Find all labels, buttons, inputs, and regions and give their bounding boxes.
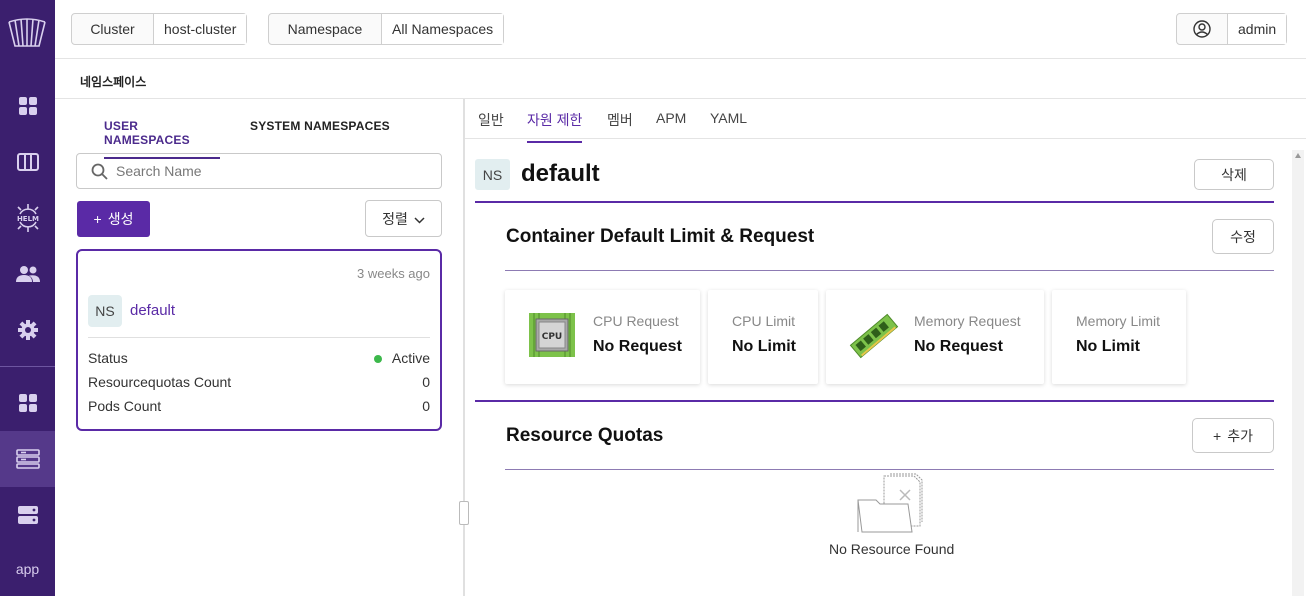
tab-general[interactable]: 일반 (478, 110, 504, 141)
cpu-limit-card: CPU Limit No Limit (708, 290, 818, 384)
search-box (76, 153, 442, 189)
gear-icon[interactable] (0, 302, 55, 358)
pods-key: Pods Count (88, 398, 162, 414)
ns-badge: NS (88, 295, 122, 327)
quota-section-title: Resource Quotas (506, 425, 664, 446)
top-bar: Cluster host-cluster Namespace All Names… (55, 0, 1306, 59)
create-button[interactable]: + 생성 (77, 201, 150, 237)
tab-yaml[interactable]: YAML (710, 110, 747, 137)
delete-button[interactable]: 삭제 (1194, 159, 1274, 190)
cpu-limit-value: No Limit (732, 338, 796, 355)
scroll-up-icon[interactable] (1295, 153, 1301, 158)
quota-section-top-divider (475, 400, 1274, 402)
header-divider (475, 201, 1274, 203)
cpu-request-label: CPU Request (593, 313, 679, 329)
tab-members[interactable]: 멤버 (607, 110, 633, 141)
memory-request-value: No Request (914, 338, 1003, 355)
left-rail: HELM app (0, 0, 55, 596)
status-dot-icon (373, 355, 382, 364)
cluster-value[interactable]: host-cluster (153, 14, 247, 44)
tab-resource-limits[interactable]: 자원 제한 (527, 110, 583, 143)
detail-tabs: 일반 자원 제한 멤버 APM YAML (465, 99, 1306, 143)
memory-icon (848, 310, 900, 367)
card-row-pods: Pods Count 0 (88, 398, 430, 414)
cpu-icon: CPU (528, 312, 576, 363)
memory-request-card: Memory Request No Request (826, 290, 1044, 384)
splitter-handle[interactable] (459, 501, 469, 525)
status-badge: Active (373, 350, 430, 366)
helm-icon[interactable]: HELM (0, 190, 55, 246)
tab-system-namespaces[interactable]: SYSTEM NAMESPACES (250, 119, 390, 143)
namespace-value[interactable]: All Namespaces (381, 14, 504, 44)
cpu-request-card: CPU CPU Request No Request (505, 290, 700, 384)
detail-namespace-name: default (521, 160, 600, 187)
sort-button[interactable]: 정렬 (365, 200, 442, 237)
dashboard-icon[interactable] (0, 78, 55, 134)
chevron-down-icon (414, 211, 425, 227)
detail-ns-badge: NS (475, 159, 510, 190)
cluster-selector[interactable]: Cluster host-cluster (71, 13, 248, 45)
apps-grid-icon[interactable] (0, 375, 55, 431)
search-input[interactable] (116, 163, 416, 179)
add-quota-button[interactable]: + 추가 (1192, 418, 1274, 453)
user-icon (1177, 14, 1227, 44)
namespace-name-link[interactable]: default (130, 302, 175, 319)
status-key: Status (88, 350, 128, 366)
quota-section-divider (505, 469, 1274, 470)
svg-text:CPU: CPU (542, 332, 563, 342)
create-button-label: 생성 (107, 211, 134, 227)
plus-icon: + (1213, 427, 1222, 444)
user-menu[interactable]: admin (1176, 13, 1288, 45)
container-section-divider (505, 270, 1274, 271)
memory-limit-card: Memory Limit No Limit (1052, 290, 1186, 384)
pods-value: 0 (422, 398, 430, 414)
namespace-card[interactable]: 3 weeks ago NS default Status Active Res… (76, 249, 442, 431)
users-icon[interactable] (0, 246, 55, 302)
tab-apm[interactable]: APM (656, 110, 686, 137)
logo-icon[interactable] (6, 14, 48, 52)
server-icon[interactable] (0, 487, 55, 543)
rail-divider (0, 366, 55, 367)
status-value: Active (391, 350, 430, 366)
namespace-label: Namespace (287, 21, 363, 37)
cpu-limit-label: CPU Limit (732, 313, 796, 329)
container-section-title: Container Default Limit & Request (506, 226, 815, 247)
edit-button[interactable]: 수정 (1212, 219, 1274, 254)
card-timestamp: 3 weeks ago (357, 266, 430, 281)
resourcequotas-key: Resourcequotas Count (88, 374, 232, 390)
user-name[interactable]: admin (1227, 14, 1287, 44)
add-quota-label: 추가 (1227, 427, 1253, 444)
namespace-list-icon[interactable] (0, 431, 55, 487)
resourcequotas-value: 0 (422, 374, 430, 390)
namespace-selector[interactable]: Namespace All Namespaces (268, 13, 505, 45)
search-icon (91, 163, 108, 180)
sort-button-label: 정렬 (382, 210, 408, 227)
memory-limit-value: No Limit (1076, 338, 1140, 355)
card-divider (88, 337, 430, 338)
app-label[interactable]: app (0, 561, 55, 577)
empty-folder-icon (856, 472, 926, 534)
memory-limit-label: Memory Limit (1076, 313, 1161, 329)
page-title: 네임스페이스 (80, 75, 147, 89)
cpu-request-value: No Request (593, 338, 682, 355)
plus-icon: + (93, 211, 102, 227)
scrollbar[interactable] (1292, 150, 1304, 596)
columns-icon[interactable] (0, 134, 55, 190)
empty-state-text: No Resource Found (829, 541, 955, 557)
card-row-status: Status Active (88, 350, 430, 366)
memory-request-label: Memory Request (914, 313, 1021, 329)
svg-text:HELM: HELM (16, 215, 38, 223)
card-row-resourcequotas: Resourcequotas Count 0 (88, 374, 430, 390)
cluster-label: Cluster (90, 21, 135, 37)
